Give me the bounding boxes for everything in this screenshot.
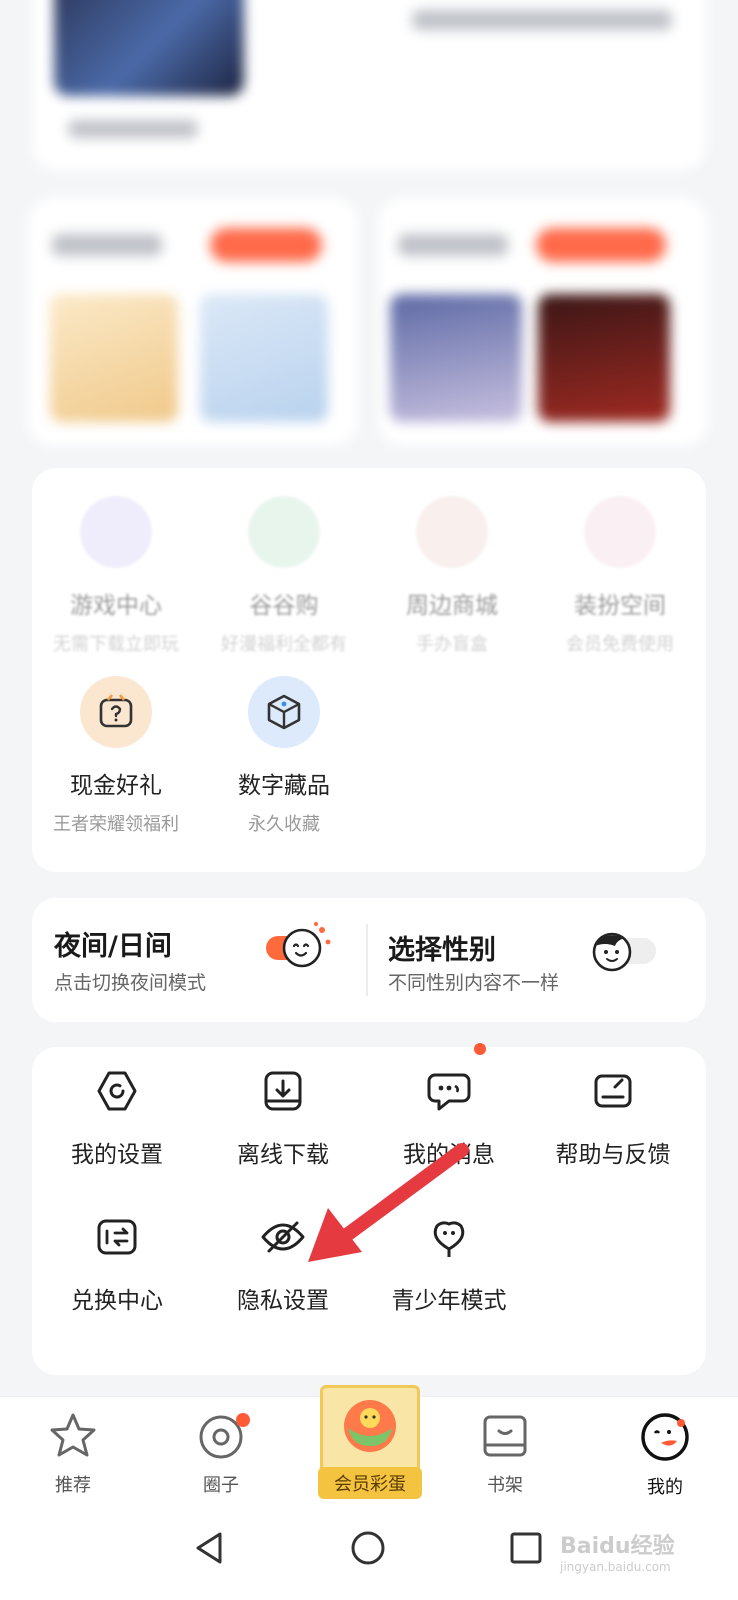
night-day-subtitle: 点击切换夜间模式 (54, 972, 207, 994)
tab-member-egg[interactable]: 会员彩蛋 (318, 1467, 422, 1499)
promo-image (200, 294, 328, 422)
tab-label: 圈子 (203, 1475, 239, 1496)
feature-item-cash-gift[interactable]: 现金好礼 王者荣耀领福利 (32, 676, 200, 836)
game-icon (80, 496, 152, 568)
settings-item-label: 隐私设置 (237, 1288, 329, 1314)
feature-subtitle: 好漫福利全都有 (221, 634, 347, 655)
star-icon (50, 1413, 96, 1457)
settings-item-label: 帮助与反馈 (555, 1142, 671, 1168)
gift-icon (248, 496, 320, 568)
feature-title: 周边商城 (406, 593, 498, 619)
profile-icon (641, 1413, 689, 1461)
promo-image (390, 294, 522, 422)
tab-label: 书架 (487, 1475, 523, 1496)
night-mode-switch-icon (266, 922, 331, 968)
settings-icon (97, 1071, 137, 1111)
promo-pill (536, 228, 666, 262)
message-icon (427, 1073, 471, 1111)
tab-recommend[interactable]: 推荐 (18, 1411, 128, 1497)
feature-item[interactable]: 游戏中心 无需下载立即玩 (32, 496, 200, 656)
night-day-title: 夜间/日间 (54, 931, 172, 962)
settings-item-label: 离线下载 (237, 1142, 329, 1168)
gender-title: 选择性别 (388, 935, 496, 966)
cover-thumbnail (54, 0, 244, 96)
promo-pill (210, 228, 322, 262)
settings-item-offline-download[interactable]: 离线下载 (198, 1067, 368, 1169)
bookshelf-icon (483, 1415, 527, 1457)
message-badge (474, 1043, 486, 1055)
blurred-text (412, 10, 672, 30)
watermark-url: jingyan.baidu.com (560, 1560, 671, 1574)
gender-switch-icon (592, 932, 656, 972)
feature-subtitle: 永久收藏 (248, 814, 320, 835)
settings-item-label: 我的设置 (71, 1142, 163, 1168)
watermark: Baidu经验 jingyan.baidu.com (560, 1528, 675, 1574)
feature-subtitle: 王者荣耀领福利 (53, 814, 179, 835)
cube-icon (248, 676, 320, 748)
feedback-icon (594, 1074, 632, 1108)
mode-toggle-card: 夜间/日间 点击切换夜间模式 选择性别 不同性别内容不一样 (32, 898, 706, 1022)
recents-icon[interactable] (506, 1528, 546, 1568)
settings-grid: 我的设置 离线下载 我的消息 帮助与反馈 兑换中心 隐私设置 青少年模式 (32, 1043, 706, 1375)
mystery-box-icon (80, 676, 152, 748)
shop-icon (416, 496, 488, 568)
feature-title: 现金好礼 (70, 773, 162, 799)
bottom-tab-bar: 推荐 圈子 会员彩蛋 书架 我的 (0, 1385, 738, 1506)
back-icon[interactable] (190, 1528, 230, 1568)
promo-card-left[interactable] (28, 198, 358, 446)
blurred-title (398, 234, 508, 256)
promo-card-right[interactable] (378, 198, 708, 446)
home-icon[interactable] (348, 1528, 388, 1568)
tab-label: 推荐 (55, 1475, 91, 1496)
privacy-icon (261, 1221, 305, 1253)
recent-reading-card[interactable] (32, 0, 706, 170)
promo-image (50, 294, 178, 422)
tab-bookshelf[interactable]: 书架 (450, 1411, 560, 1497)
settings-item-exchange-center[interactable]: 兑换中心 (32, 1213, 202, 1315)
settings-item-youth-mode[interactable]: 青少年模式 (364, 1213, 534, 1315)
feature-subtitle: 无需下载立即玩 (53, 634, 179, 655)
night-day-toggle[interactable]: 夜间/日间 点击切换夜间模式 (32, 898, 362, 1022)
blurred-title (52, 234, 162, 256)
divider (366, 924, 368, 996)
gender-subtitle: 不同性别内容不一样 (388, 972, 560, 994)
feature-item[interactable]: 谷谷购 好漫福利全都有 (200, 496, 368, 656)
settings-item-label: 我的消息 (403, 1142, 495, 1168)
tab-mine[interactable]: 我的 (610, 1411, 720, 1499)
feature-item-digital-collectibles[interactable]: 数字藏品 永久收藏 (200, 676, 368, 836)
feature-title: 数字藏品 (238, 773, 330, 799)
settings-item-my-messages[interactable]: 我的消息 (364, 1067, 534, 1169)
settings-item-privacy[interactable]: 隐私设置 (198, 1213, 368, 1315)
feature-subtitle: 手办盲盒 (416, 634, 488, 655)
tab-label: 我的 (647, 1477, 683, 1498)
blurred-caption (68, 120, 198, 138)
feature-grid: 游戏中心 无需下载立即玩 谷谷购 好漫福利全都有 周边商城 手办盲盒 装扮空间 … (32, 468, 706, 872)
tab-badge (236, 1413, 250, 1427)
feature-title: 游戏中心 (70, 593, 162, 619)
settings-item-label: 兑换中心 (71, 1288, 163, 1314)
settings-item-label: 青少年模式 (391, 1288, 507, 1314)
gender-toggle[interactable]: 选择性别 不同性别内容不一样 (372, 898, 706, 1022)
watermark-text: Baidu经验 (560, 1534, 675, 1559)
settings-item-my-settings[interactable]: 我的设置 (32, 1067, 202, 1169)
feature-item[interactable]: 周边商城 手办盲盒 (368, 496, 536, 656)
download-icon (264, 1071, 302, 1111)
feature-title: 装扮空间 (574, 593, 666, 619)
feature-title: 谷谷购 (249, 593, 319, 619)
feature-item[interactable]: 装扮空间 会员免费使用 (536, 496, 704, 656)
exchange-icon (97, 1219, 137, 1255)
feature-subtitle: 会员免费使用 (566, 634, 674, 655)
settings-item-help-feedback[interactable]: 帮助与反馈 (528, 1067, 698, 1169)
tab-circle[interactable]: 圈子 (166, 1411, 276, 1497)
youth-mode-icon (433, 1221, 465, 1257)
dress-icon (584, 496, 656, 568)
promo-image (538, 294, 670, 422)
